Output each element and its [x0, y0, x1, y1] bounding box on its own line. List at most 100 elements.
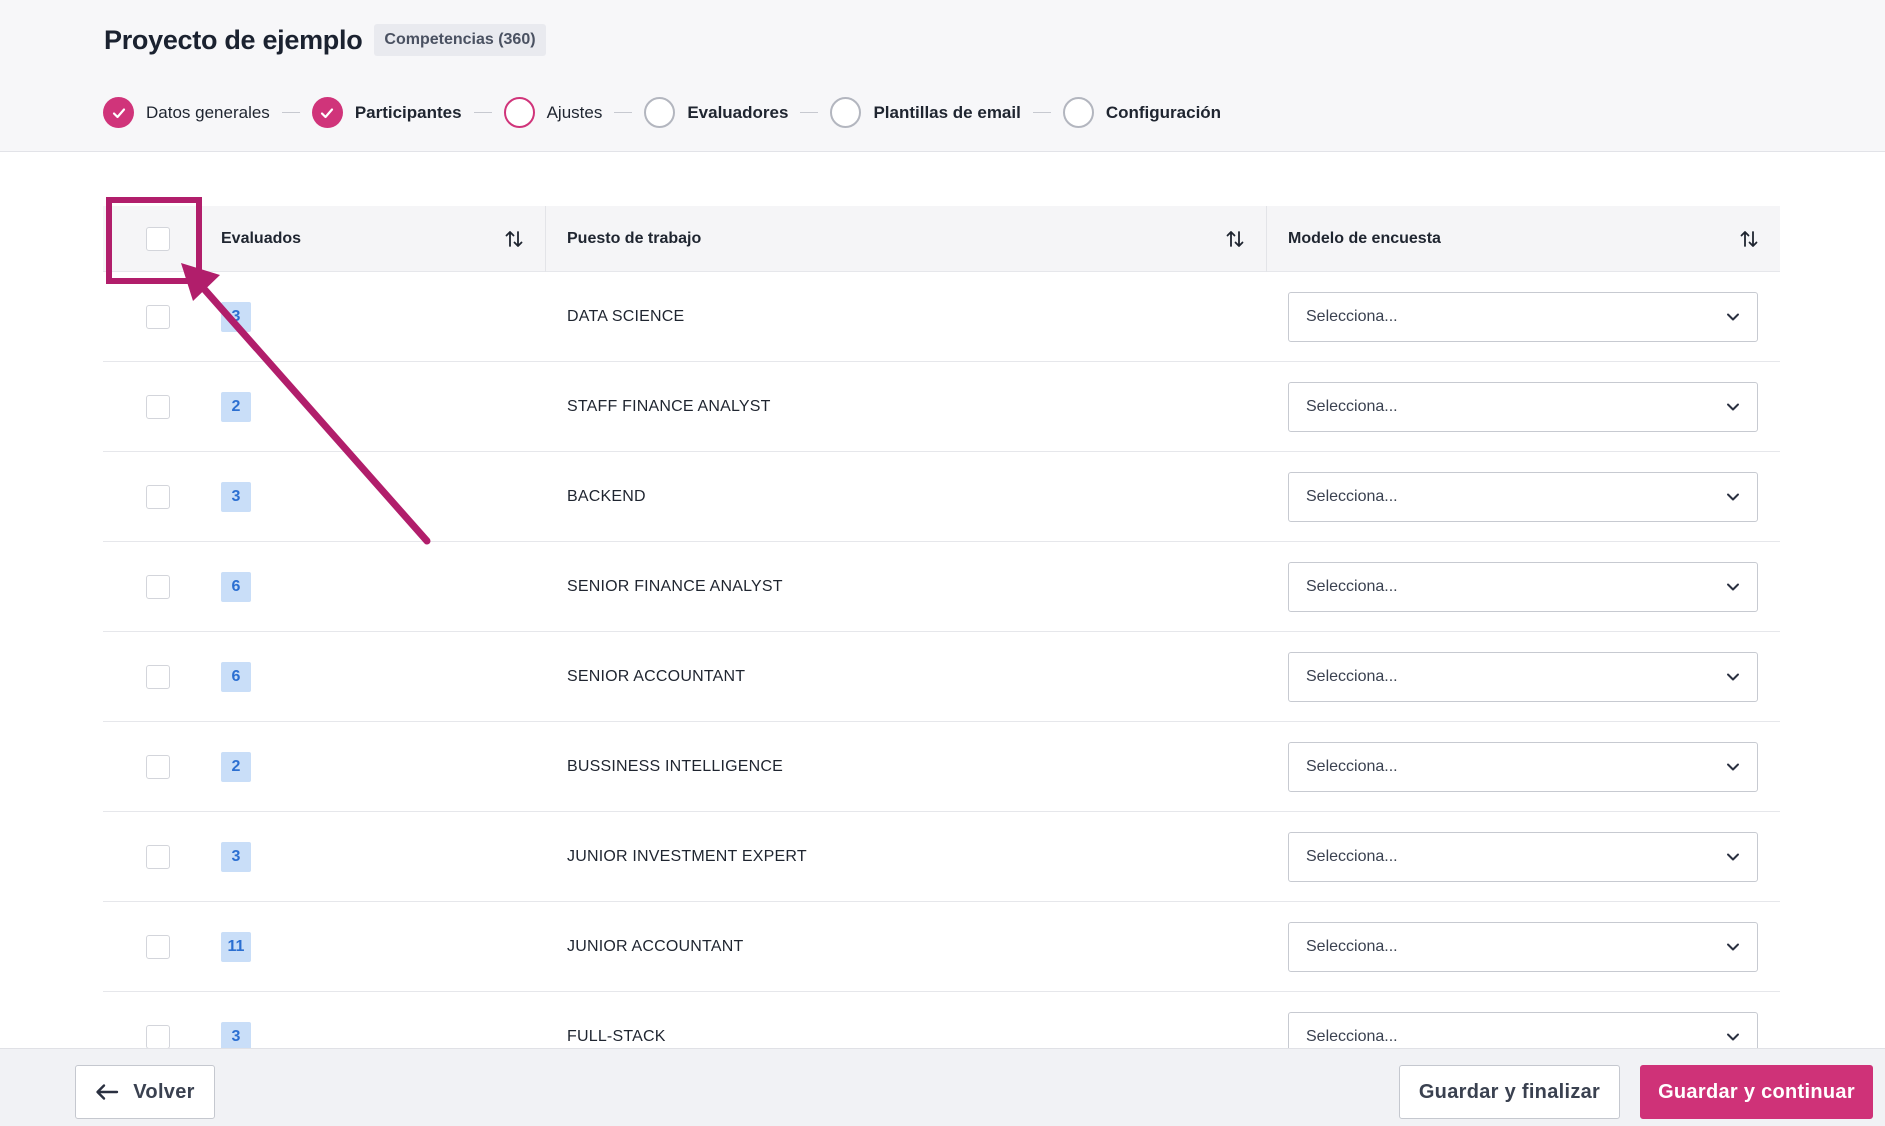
row-checkbox-cell	[103, 754, 201, 779]
column-evaluados[interactable]: Evaluados	[201, 205, 546, 272]
table-row: 6 SENIOR ACCOUNTANT Selecciona...	[103, 632, 1780, 722]
table-body: 3 DATA SCIENCE Selecciona... 2 STAFF FIN…	[103, 272, 1780, 1082]
puesto-cell: FULL-STACK	[567, 1027, 666, 1045]
chevron-down-icon	[1727, 313, 1739, 320]
table-row: 3 BACKEND Selecciona...	[103, 452, 1780, 542]
evaluados-cell: 3	[201, 841, 546, 872]
step-datos-generales[interactable]: Datos generales	[103, 97, 270, 128]
modelo-select[interactable]: Selecciona...	[1288, 561, 1758, 612]
evaluados-cell: 3	[201, 481, 546, 512]
page-header: Proyecto de ejemplo Competencias (360) D…	[0, 0, 1885, 152]
footer-action-bar: Volver Guardar y finalizar Guardar y con…	[0, 1048, 1885, 1126]
pending-step-circle	[1062, 97, 1094, 128]
row-checkbox[interactable]	[146, 394, 170, 419]
modelo-select[interactable]: Selecciona...	[1288, 741, 1758, 792]
row-checkbox[interactable]	[146, 934, 170, 959]
table-row: 3 DATA SCIENCE Selecciona...	[103, 272, 1780, 362]
column-label: Puesto de trabajo	[567, 229, 702, 247]
step-evaluadores[interactable]: Evaluadores	[644, 97, 788, 128]
puesto-cell: DATA SCIENCE	[567, 307, 685, 325]
table-header: Evaluados Puesto de trabajo Modelo de en…	[103, 205, 1780, 272]
evaluados-cell: 3	[201, 1021, 546, 1052]
modelo-select[interactable]: Selecciona...	[1288, 651, 1758, 702]
chevron-down-icon	[1727, 943, 1739, 950]
modelo-select[interactable]: Selecciona...	[1288, 291, 1758, 342]
back-button[interactable]: Volver	[75, 1065, 215, 1119]
evaluados-count-badge[interactable]: 6	[221, 571, 251, 602]
row-checkbox[interactable]	[146, 1024, 170, 1049]
modelo-cell: Selecciona...	[1267, 291, 1780, 342]
row-checkbox[interactable]	[146, 484, 170, 509]
evaluados-count-badge[interactable]: 2	[221, 751, 251, 782]
step-participantes[interactable]: Participantes	[311, 97, 462, 128]
save-and-finish-button[interactable]: Guardar y finalizar	[1399, 1065, 1620, 1119]
evaluados-count-badge[interactable]: 3	[221, 1021, 251, 1052]
chevron-down-icon	[1727, 763, 1739, 770]
annotation-highlight-box	[106, 197, 202, 284]
pending-step-circle	[644, 97, 676, 128]
step-connector	[1032, 112, 1051, 113]
evaluados-count-badge[interactable]: 2	[221, 391, 251, 422]
pending-step-circle	[830, 97, 862, 128]
puesto-cell: JUNIOR ACCOUNTANT	[567, 937, 744, 955]
row-checkbox[interactable]	[146, 844, 170, 869]
current-step-circle	[503, 97, 535, 128]
arrow-left-icon	[96, 1084, 119, 1100]
sort-icon[interactable]	[1738, 228, 1760, 250]
step-configuracion[interactable]: Configuración	[1062, 97, 1222, 128]
row-checkbox-cell	[103, 304, 201, 329]
modelo-select[interactable]: Selecciona...	[1288, 471, 1758, 522]
chevron-down-icon	[1727, 493, 1739, 500]
column-modelo[interactable]: Modelo de encuesta	[1267, 206, 1780, 272]
sort-icon[interactable]	[1224, 228, 1246, 250]
row-checkbox[interactable]	[146, 664, 170, 689]
page-title: Proyecto de ejemplo	[104, 24, 363, 55]
step-label: Datos generales	[146, 102, 270, 122]
column-puesto[interactable]: Puesto de trabajo	[546, 205, 1267, 272]
evaluados-cell: 6	[201, 571, 546, 602]
select-value: Selecciona...	[1306, 1027, 1398, 1045]
modelo-select[interactable]: Selecciona...	[1288, 921, 1758, 972]
step-ajustes[interactable]: Ajustes	[503, 97, 603, 128]
wizard-stepper: Datos generales Participantes Ajustes Ev…	[103, 97, 1221, 128]
row-checkbox[interactable]	[146, 574, 170, 599]
evaluados-count-badge[interactable]: 6	[221, 661, 251, 692]
table-row: 2 BUSSINESS INTELLIGENCE Selecciona...	[103, 722, 1780, 812]
table-row: 6 SENIOR FINANCE ANALYST Selecciona...	[103, 542, 1780, 632]
select-value: Selecciona...	[1306, 397, 1398, 415]
chevron-down-icon	[1727, 583, 1739, 590]
title-row: Proyecto de ejemplo Competencias (360)	[104, 24, 546, 56]
column-label: Evaluados	[221, 229, 302, 247]
evaluados-count-badge[interactable]: 3	[221, 301, 251, 332]
positions-table: Evaluados Puesto de trabajo Modelo de en…	[103, 205, 1780, 1082]
save-and-continue-button[interactable]: Guardar y continuar	[1640, 1065, 1873, 1119]
step-connector	[614, 112, 633, 113]
step-plantillas-email[interactable]: Plantillas de email	[830, 97, 1021, 128]
row-checkbox-cell	[103, 844, 201, 869]
row-checkbox[interactable]	[146, 304, 170, 329]
row-checkbox-cell	[103, 1024, 201, 1049]
table-row: 2 STAFF FINANCE ANALYST Selecciona...	[103, 362, 1780, 452]
table-row: 3 JUNIOR INVESTMENT EXPERT Selecciona...	[103, 812, 1780, 902]
evaluados-count-badge[interactable]: 11	[221, 931, 251, 962]
check-icon	[311, 97, 343, 128]
column-label: Modelo de encuesta	[1288, 229, 1441, 247]
step-label: Ajustes	[546, 102, 603, 122]
puesto-cell: STAFF FINANCE ANALYST	[567, 397, 771, 415]
evaluados-cell: 2	[201, 751, 546, 782]
select-value: Selecciona...	[1306, 937, 1398, 955]
select-value: Selecciona...	[1306, 487, 1398, 505]
step-label: Configuración	[1105, 102, 1222, 122]
puesto-cell: SENIOR FINANCE ANALYST	[567, 577, 783, 595]
sort-icon[interactable]	[503, 228, 525, 250]
modelo-cell: Selecciona...	[1267, 921, 1780, 972]
row-checkbox[interactable]	[146, 754, 170, 779]
evaluados-count-badge[interactable]: 3	[221, 841, 251, 872]
modelo-select[interactable]: Selecciona...	[1288, 381, 1758, 432]
modelo-cell: Selecciona...	[1267, 651, 1780, 702]
select-value: Selecciona...	[1306, 307, 1398, 325]
evaluados-count-badge[interactable]: 3	[221, 481, 251, 512]
modelo-select[interactable]: Selecciona...	[1288, 831, 1758, 882]
modelo-cell: Selecciona...	[1267, 831, 1780, 882]
back-button-label: Volver	[133, 1080, 195, 1103]
